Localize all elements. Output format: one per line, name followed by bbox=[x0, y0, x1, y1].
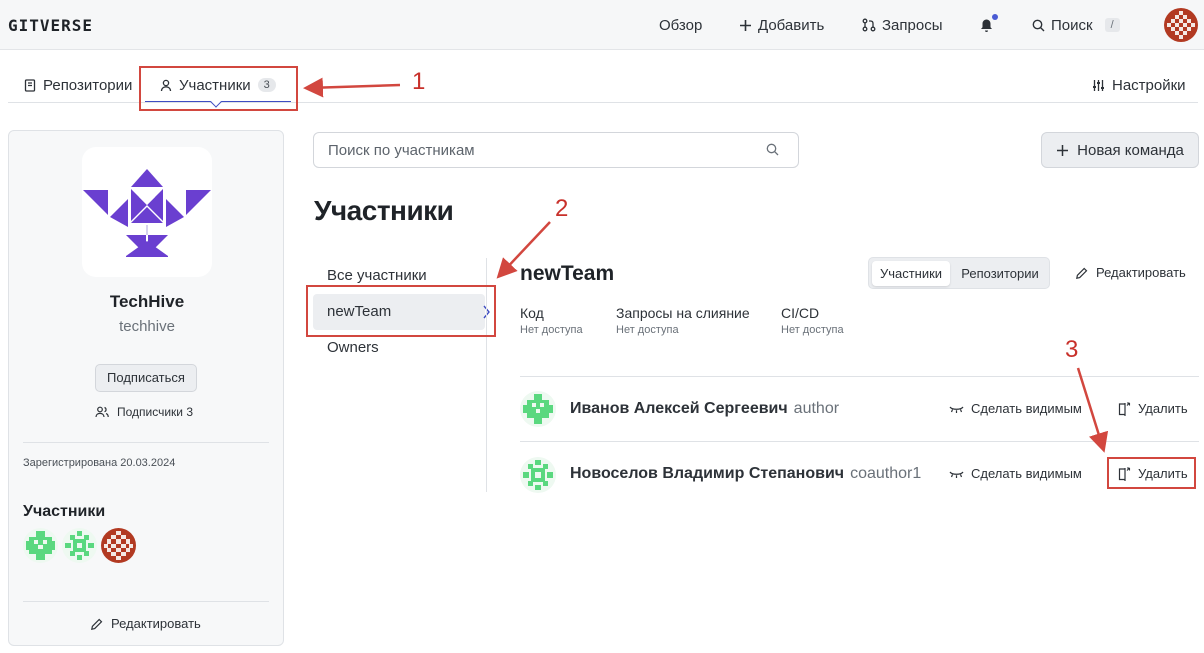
annotation-arrows bbox=[303, 77, 1109, 453]
annotation-arrow-1 bbox=[303, 77, 401, 98]
annotation-arrow-2 bbox=[496, 221, 551, 279]
annotation-arrow-3 bbox=[1076, 367, 1109, 453]
